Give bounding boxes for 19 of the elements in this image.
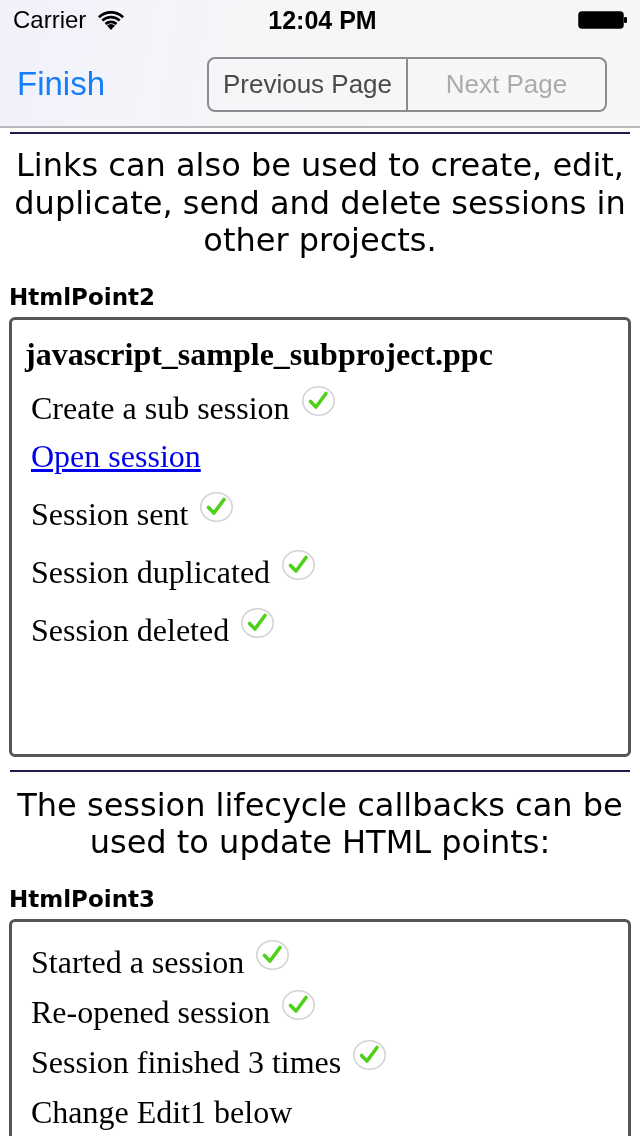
carrier-name: Carrier	[13, 6, 87, 34]
battery-icon	[578, 11, 628, 29]
status-text: Session duplicated	[31, 555, 271, 588]
status-text: Create a sub session	[31, 391, 290, 424]
html-point-label: HtmlPoint3	[9, 885, 155, 912]
status-text: Session finished 3 times	[31, 1045, 342, 1078]
open-session-link[interactable]: Open session	[31, 439, 201, 472]
status-text: Change Edit1 below	[31, 1095, 293, 1128]
html-point-label: HtmlPoint2	[9, 283, 155, 310]
status-text: Started a session	[31, 945, 245, 978]
status-text: Re-opened session	[31, 995, 271, 1028]
wifi-icon	[98, 10, 125, 30]
previous-page-button[interactable]: Previous Page	[209, 59, 406, 110]
clock-time: 12:04 PM	[268, 6, 377, 34]
intro-text: The session lifecycle callbacks can be used to update HTML points:	[16, 786, 624, 862]
status-text: Session sent	[31, 497, 189, 530]
intro-text: Links can also be used to create, edit, duplicate, send and delete sessions in other projects.	[13, 147, 627, 260]
status-text: Session deleted	[31, 613, 230, 646]
project-file-heading: javascript_sample_subproject.ppc	[25, 334, 493, 374]
